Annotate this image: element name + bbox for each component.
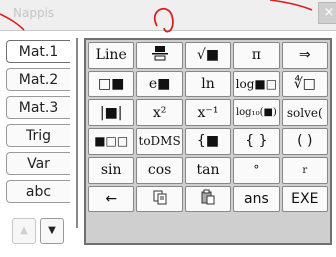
key-log10[interactable]: log₁₀(■)	[233, 99, 280, 127]
scroll-up-button[interactable]: ▲	[12, 218, 36, 244]
key-nth-root[interactable]: ∜□	[281, 70, 328, 98]
paste-icon	[200, 189, 216, 209]
math-keypad: Line √■ π ⇒ □■ e■ ln log■□ ∜□ |■| x² x⁻¹…	[84, 38, 332, 245]
tab-mat2[interactable]: Mat.2	[6, 68, 70, 91]
title-bar: Nappis ×	[0, 0, 336, 31]
close-button[interactable]: ×	[318, 2, 336, 24]
key-parentheses[interactable]: ( )	[281, 128, 328, 155]
key-ln[interactable]: ln	[184, 70, 232, 98]
key-ans[interactable]: ans	[233, 185, 280, 213]
key-sqrt[interactable]: √■	[184, 42, 232, 69]
key-dms-template[interactable]: ■□□	[88, 128, 135, 155]
key-line[interactable]: Line	[88, 42, 135, 69]
key-log-base[interactable]: log■□	[233, 70, 280, 98]
key-radian[interactable]: r	[281, 156, 328, 184]
key-square[interactable]: x²	[136, 99, 183, 127]
key-power[interactable]: □■	[88, 70, 135, 98]
key-piecewise[interactable]: {■	[184, 128, 232, 155]
tab-mat1[interactable]: Mat.1	[6, 40, 70, 63]
sidebar-divider	[76, 38, 78, 228]
copy-icon	[152, 189, 168, 209]
key-fraction[interactable]	[136, 42, 183, 69]
tab-trig[interactable]: Trig	[6, 124, 70, 147]
key-pi[interactable]: π	[233, 42, 280, 69]
tab-abc[interactable]: abc	[6, 180, 70, 203]
tab-mat3[interactable]: Mat.3	[6, 96, 70, 119]
key-todms[interactable]: toDMS	[136, 128, 183, 155]
key-inverse[interactable]: x⁻¹	[184, 99, 232, 127]
key-backspace[interactable]: ←	[88, 185, 135, 213]
key-exe[interactable]: EXE	[281, 185, 328, 213]
key-tan[interactable]: tan	[184, 156, 232, 184]
key-degree[interactable]: °	[233, 156, 280, 184]
key-paste[interactable]	[184, 185, 232, 213]
key-copy[interactable]	[136, 185, 183, 213]
key-cos[interactable]: cos	[136, 156, 183, 184]
key-abs[interactable]: |■|	[88, 99, 135, 127]
key-sin[interactable]: sin	[88, 156, 135, 184]
tab-var[interactable]: Var	[6, 152, 70, 175]
key-exp[interactable]: e■	[136, 70, 183, 98]
window-title: Nappis	[13, 6, 55, 20]
scroll-down-button[interactable]: ▼	[40, 218, 64, 244]
key-solve[interactable]: solve(	[281, 99, 328, 127]
key-braces[interactable]: { }	[233, 128, 280, 155]
key-implies[interactable]: ⇒	[281, 42, 328, 69]
fraction-icon	[151, 45, 169, 65]
